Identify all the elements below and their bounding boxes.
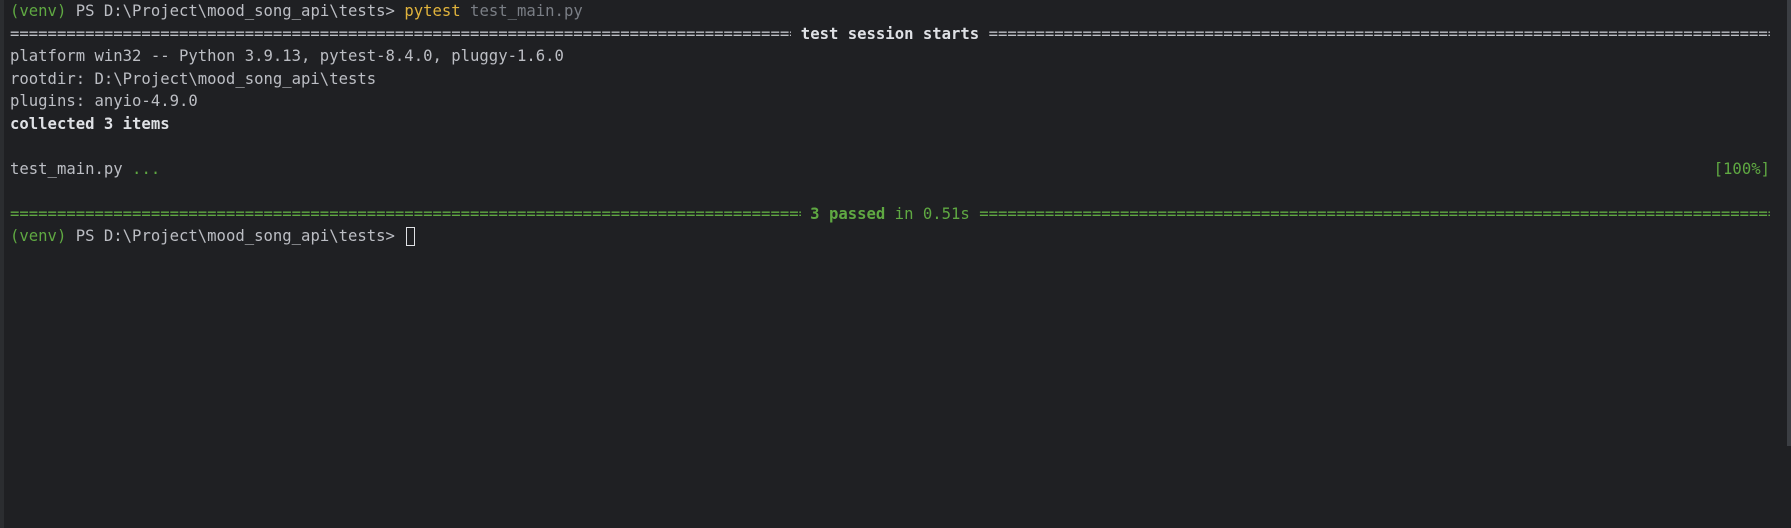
rule-left: ========================================…: [10, 24, 791, 43]
summary-time: in 0.51s: [885, 204, 980, 223]
session-header-label: test session starts: [791, 24, 989, 43]
test-dots: ...: [122, 159, 161, 178]
text-cursor[interactable]: [406, 227, 416, 246]
plugins-line: plugins: anyio-4.9.0: [10, 92, 198, 110]
collected-line: collected 3 items: [10, 114, 170, 133]
prompt-path: PS D:\Project\mood_song_api\tests>: [66, 227, 405, 245]
prompt-line[interactable]: (venv) PS D:\Project\mood_song_api\tests…: [10, 225, 1770, 248]
session-header-rule: ========================================…: [10, 23, 1770, 46]
summary-text: 3 passed in 0.51s: [801, 203, 979, 226]
venv-indicator: (venv): [10, 227, 67, 245]
venv-indicator: (venv): [10, 2, 67, 20]
platform-line: platform win32 -- Python 3.9.13, pytest-…: [10, 47, 564, 65]
command-line: (venv) PS D:\Project\mood_song_api\tests…: [10, 0, 1770, 23]
rule-right: ========================================…: [988, 24, 1770, 43]
rule-right: ========================================…: [979, 204, 1770, 223]
summary-rule: ========================================…: [10, 203, 1770, 226]
command-name: pytest: [404, 2, 461, 20]
test-file-name: test_main.py: [10, 159, 123, 178]
summary-passed: 3 passed: [800, 204, 886, 223]
progress-percent: [100%]: [1713, 159, 1770, 178]
command-args: test_main.py: [460, 2, 583, 20]
test-result-line: test_main.py ... [100%]: [10, 158, 1770, 181]
left-gutter: [0, 0, 4, 528]
prompt-path: PS D:\Project\mood_song_api\tests>: [66, 2, 405, 20]
vertical-scrollbar[interactable]: [1787, 0, 1791, 446]
rule-left: ========================================…: [10, 204, 801, 223]
terminal-output: (venv) PS D:\Project\mood_song_api\tests…: [10, 0, 1770, 248]
rootdir-line: rootdir: D:\Project\mood_song_api\tests: [10, 69, 377, 88]
terminal-window[interactable]: (venv) PS D:\Project\mood_song_api\tests…: [0, 0, 1791, 528]
